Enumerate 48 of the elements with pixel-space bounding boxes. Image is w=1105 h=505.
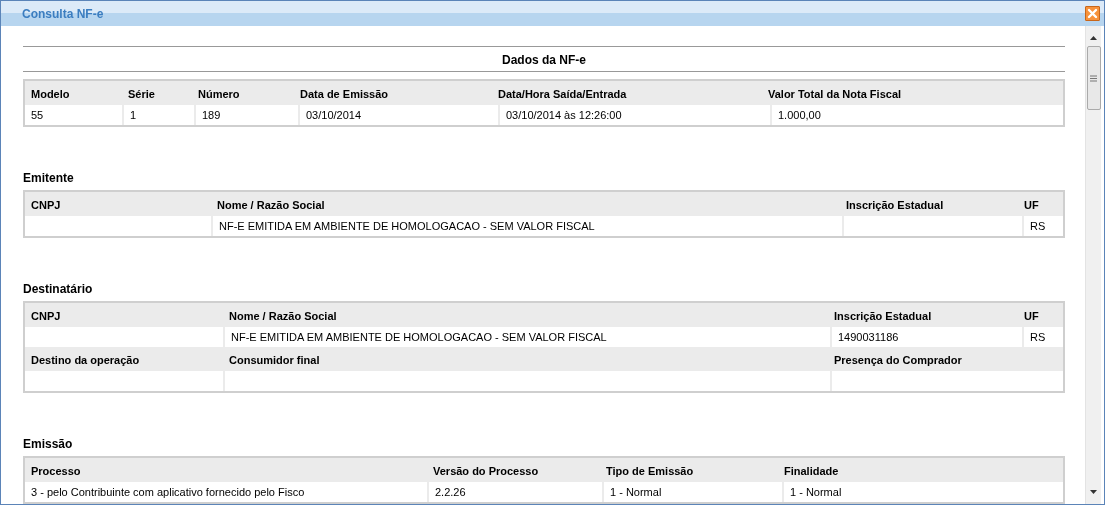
column-header: CNPJ <box>30 309 62 324</box>
column-header: Data/Hora Saída/Entrada <box>497 87 628 102</box>
column-header: Finalidade <box>783 464 840 479</box>
column-header: Nome / Razão Social <box>228 309 338 324</box>
column-header: Presença do Comprador <box>833 353 963 368</box>
table-cell: NF-E EMITIDA EM AMBIENTE DE HOMOLOGACAO - SEM VALOR FISCAL <box>213 216 842 236</box>
table-cell: RS <box>1024 216 1063 236</box>
table-cell: 03/10/2014 <box>300 105 498 125</box>
table-cell: 1490031186 <box>832 327 1022 347</box>
table-cell: NF-E EMITIDA EM AMBIENTE DE HOMOLOGACAO - SEM VALOR FISCAL <box>225 327 830 347</box>
grip-icon <box>1090 74 1097 82</box>
table-cell: RS <box>1024 327 1063 347</box>
table-cell: 189 <box>196 105 298 125</box>
close-icon <box>1087 8 1098 19</box>
table-cell: 1 <box>124 105 194 125</box>
column-header: Tipo de Emissão <box>605 464 695 479</box>
table-cell: 03/10/2014 às 12:26:00 <box>500 105 770 125</box>
window-title: Consulta NF-e <box>22 6 104 21</box>
table-cell: 1 - Normal <box>604 482 782 502</box>
column-header: Número <box>197 87 241 102</box>
column-header: UF <box>1023 309 1040 324</box>
table-cell: 3 - pelo Contribuinte com aplicativo fornecido pelo Fisco <box>25 482 427 502</box>
table-cell: 1 - Normal <box>784 482 1063 502</box>
table-cell: 1.000,00 <box>772 105 1063 125</box>
column-header: Consumidor final <box>228 353 321 368</box>
scroll-thumb[interactable] <box>1086 46 1101 110</box>
close-button[interactable] <box>1085 6 1100 21</box>
table-cell: 2.2.26 <box>429 482 602 502</box>
column-header: Destino da operação <box>30 353 141 368</box>
scroll-up-icon <box>1090 36 1097 40</box>
section-title: Destinatário <box>23 282 94 296</box>
scrollbar[interactable] <box>1085 26 1101 504</box>
column-header: Inscrição Estadual <box>833 309 933 324</box>
scroll-down-icon <box>1090 490 1097 494</box>
column-header: Data de Emissão <box>299 87 390 102</box>
column-header: Valor Total da Nota Fiscal <box>767 87 903 102</box>
column-header: Série <box>127 87 156 102</box>
section-title: Emitente <box>23 171 75 185</box>
column-header: CNPJ <box>30 198 62 213</box>
column-header: Versão do Processo <box>432 464 540 479</box>
column-header: Inscrição Estadual <box>845 198 945 213</box>
table-cell: 55 <box>25 105 122 125</box>
column-header: Nome / Razão Social <box>216 198 326 213</box>
section-title: Emissão <box>23 437 74 451</box>
column-header: UF <box>1023 198 1040 213</box>
column-header: Modelo <box>30 87 71 102</box>
column-header: Processo <box>30 464 82 479</box>
section-heading: Dados da NF-e <box>23 46 1065 72</box>
